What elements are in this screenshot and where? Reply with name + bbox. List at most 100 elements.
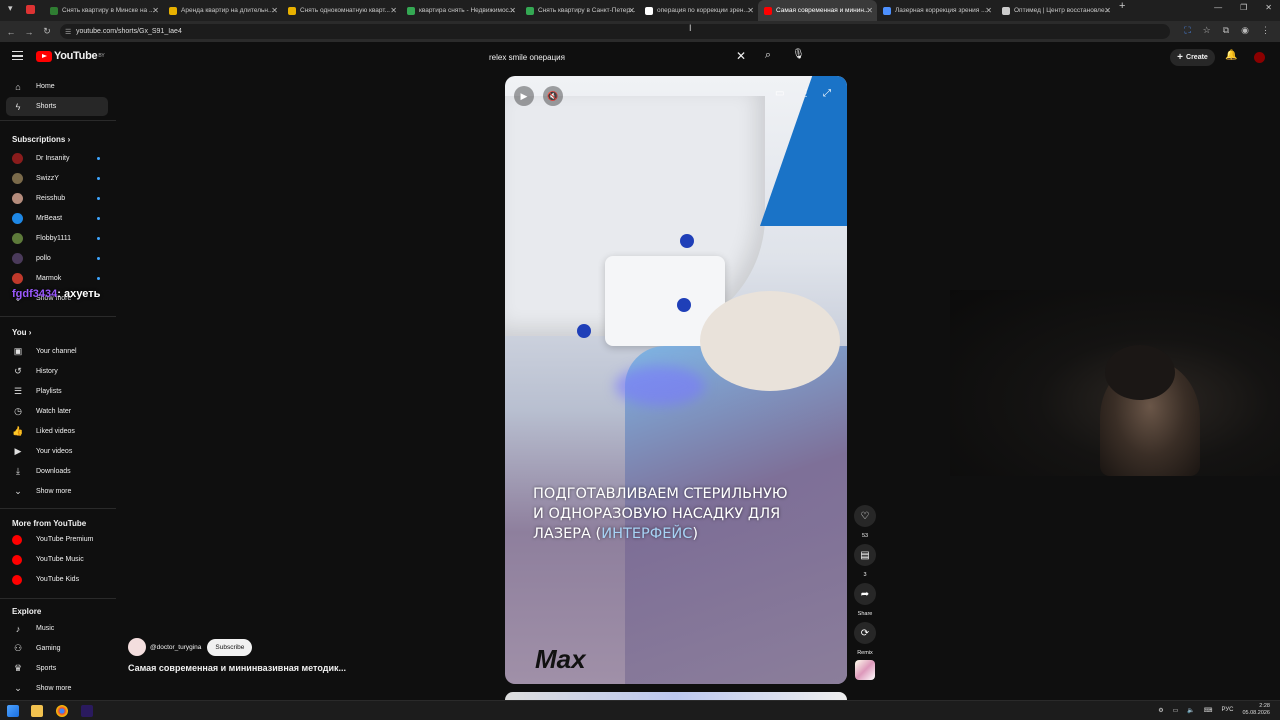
sidebar-item-youtube-app[interactable]: YouTube Music (6, 550, 108, 569)
mute-icon[interactable]: 🔇 (543, 86, 563, 106)
fullscreen-icon[interactable]: ⤢ (823, 88, 831, 99)
clock[interactable]: 2:28 05.08.2026 (1242, 703, 1270, 717)
close-window-icon[interactable]: ✕ (1265, 3, 1272, 12)
browser-tab[interactable]: Снять однокомнатную кварт... ✕ (282, 0, 401, 21)
create-button[interactable]: + Create (1170, 49, 1215, 66)
translate-icon[interactable]: ⛶ (1184, 25, 1190, 36)
volume-icon[interactable]: 🔈 (1187, 707, 1194, 714)
network-icon[interactable]: ▭ (1173, 707, 1179, 714)
sidebar-divider (0, 598, 116, 599)
back-icon[interactable]: ← (2, 27, 20, 37)
sidebar-item[interactable]: ⌄ Show more (6, 679, 108, 698)
sidebar-item-youtube-app[interactable]: YouTube Premium (6, 530, 108, 549)
chrome-icon[interactable] (56, 705, 68, 717)
browser-tab[interactable]: операция по коррекции зрен... ✕ (639, 0, 758, 21)
sidebar-item[interactable]: ◷ Watch later (6, 402, 108, 421)
close-tab-icon[interactable]: ✕ (1104, 6, 1111, 15)
sidebar-item[interactable]: ♛ Sports (6, 659, 108, 678)
browser-tab[interactable]: Самая современная и минин... ✕ (758, 0, 877, 21)
maximize-icon[interactable]: ❐ (1240, 3, 1247, 12)
sidebar-item[interactable]: ♪ Music (6, 619, 108, 638)
sidebar-item[interactable]: ▶ Your videos (6, 442, 108, 461)
close-tab-icon[interactable]: ✕ (271, 6, 278, 15)
comments-button[interactable]: ▤ 3 (854, 544, 876, 578)
remix-button[interactable]: ⟳ Remix (854, 622, 876, 656)
sidebar-subscription[interactable]: Dr Insanity (6, 149, 108, 168)
sidebar-subscription[interactable]: Flobby1111 (6, 229, 108, 248)
sidebar-subscription[interactable]: Reisshub (6, 189, 108, 208)
close-tab-icon[interactable]: ✕ (866, 6, 873, 15)
browser-menu-icon[interactable]: ⋮ (1261, 25, 1270, 36)
profile-icon[interactable]: ◉ (1241, 25, 1249, 36)
sidebar-item[interactable]: ☰ Playlists (6, 382, 108, 401)
forward-icon[interactable]: → (20, 27, 38, 37)
search-icon[interactable]: ⌕ (762, 49, 774, 62)
extensions-icon[interactable]: ⧉ (1223, 25, 1229, 36)
subscribe-button[interactable]: Subscribe (207, 638, 253, 656)
clear-search-icon[interactable]: ✕ (736, 49, 746, 63)
sidebar-item[interactable]: ⌂ Home (6, 77, 108, 96)
sidebar-subscription[interactable]: SwizzY (6, 169, 108, 188)
url-text: youtube.com/shorts/Gx_S91_Iae4 (76, 28, 182, 35)
language-indicator[interactable]: РУС (1221, 707, 1233, 713)
browser-tab[interactable]: квартира снять - Недвижимос... ✕ (401, 0, 520, 21)
tab-title: Снять однокомнатную кварт... (300, 7, 390, 14)
browser-extension-icon[interactable] (26, 5, 35, 14)
channel-name[interactable]: @doctor_turygina (150, 644, 201, 651)
short-title[interactable]: Самая современная и мининвазивная методи… (128, 663, 346, 673)
browser-tab[interactable]: Аренда квартир на длительн... ✕ (163, 0, 282, 21)
tab-favicon-icon (1002, 6, 1010, 15)
sidebar-item[interactable]: 👍 Liked videos (6, 422, 108, 441)
sidebar-subscription[interactable]: MrBeast (6, 209, 108, 228)
account-avatar[interactable] (1254, 52, 1265, 63)
tab-search-icon[interactable]: ▾ (8, 3, 13, 14)
you-heading[interactable]: You › (12, 328, 31, 337)
share-button[interactable]: ➦ Share (854, 583, 876, 617)
subscriptions-heading[interactable]: Subscriptions › (12, 135, 70, 144)
close-tab-icon[interactable]: ✕ (985, 6, 992, 15)
close-tab-icon[interactable]: ✕ (509, 6, 516, 15)
sidebar-item-youtube-app[interactable]: YouTube Kids (6, 570, 108, 589)
close-tab-icon[interactable]: ✕ (628, 6, 635, 15)
play-icon[interactable]: ▶ (514, 86, 534, 106)
search-input[interactable]: relex smile операция (489, 53, 565, 62)
search-box[interactable]: relex smile операция ✕ ⌕ (481, 46, 781, 68)
tray-app-icon[interactable]: ⚙ (1158, 707, 1163, 714)
captions-icon[interactable]: ▭ (775, 88, 784, 99)
keyboard-icon[interactable]: ⌨ (1204, 707, 1213, 714)
url-field[interactable]: ☰ youtube.com/shorts/Gx_S91_Iae4 (60, 24, 1170, 39)
youtube-logo[interactable]: YouTube BY (36, 50, 105, 62)
windows-start-icon[interactable] (7, 705, 19, 717)
site-info-icon[interactable]: ☰ (65, 28, 71, 36)
audio-thumbnail[interactable] (855, 660, 875, 680)
like-button[interactable]: ♡ 53 (854, 505, 876, 539)
premiere-icon[interactable] (81, 705, 93, 717)
browser-tab[interactable]: Снять квартиру в Минске на ... ✕ (44, 0, 163, 21)
browser-tab[interactable]: Оптимед | Центр восстановле... ✕ (996, 0, 1115, 21)
sidebar-item[interactable]: ⤓ Downloads (6, 462, 108, 481)
file-explorer-icon[interactable] (31, 705, 43, 717)
new-tab-icon[interactable]: + (1119, 0, 1125, 21)
minimize-icon[interactable]: — (1214, 3, 1222, 12)
close-tab-icon[interactable]: ✕ (152, 6, 159, 15)
browser-tab[interactable]: Лазерная коррекция зрения ... ✕ (877, 0, 996, 21)
sidebar-item[interactable]: ↺ History (6, 362, 108, 381)
more-options-icon[interactable]: ⋮ (801, 88, 811, 99)
close-tab-icon[interactable]: ✕ (390, 6, 397, 15)
microphone-icon[interactable]: 🎙 (792, 49, 805, 60)
sidebar-item[interactable]: ⌄ Show more (6, 482, 108, 501)
browser-tab[interactable]: Снять квартиру в Санкт-Петер... ✕ (520, 0, 639, 21)
reload-icon[interactable]: ↻ (38, 26, 56, 37)
short-video-player[interactable]: ▶ 🔇 ▭ ⋮ ⤢ ПОДГОТАВЛИВАЕМ СТЕРИЛЬНУЮ И ОД… (505, 76, 847, 684)
sidebar-item[interactable]: ϟ Shorts (6, 97, 108, 116)
sidebar-item[interactable]: ▣ Your channel (6, 342, 108, 361)
hamburger-menu-icon[interactable] (12, 51, 23, 60)
sidebar-subscription[interactable]: Marmok (6, 269, 108, 288)
sidebar-subscription[interactable]: pollo (6, 249, 108, 268)
notifications-bell-icon[interactable]: 🔔 (1225, 50, 1237, 61)
channel-avatar[interactable] (128, 638, 146, 656)
close-tab-icon[interactable]: ✕ (747, 6, 754, 15)
bookmark-star-icon[interactable]: ☆ (1203, 25, 1211, 36)
channel-avatar (12, 233, 23, 244)
sidebar-item[interactable]: ⚇ Gaming (6, 639, 108, 658)
